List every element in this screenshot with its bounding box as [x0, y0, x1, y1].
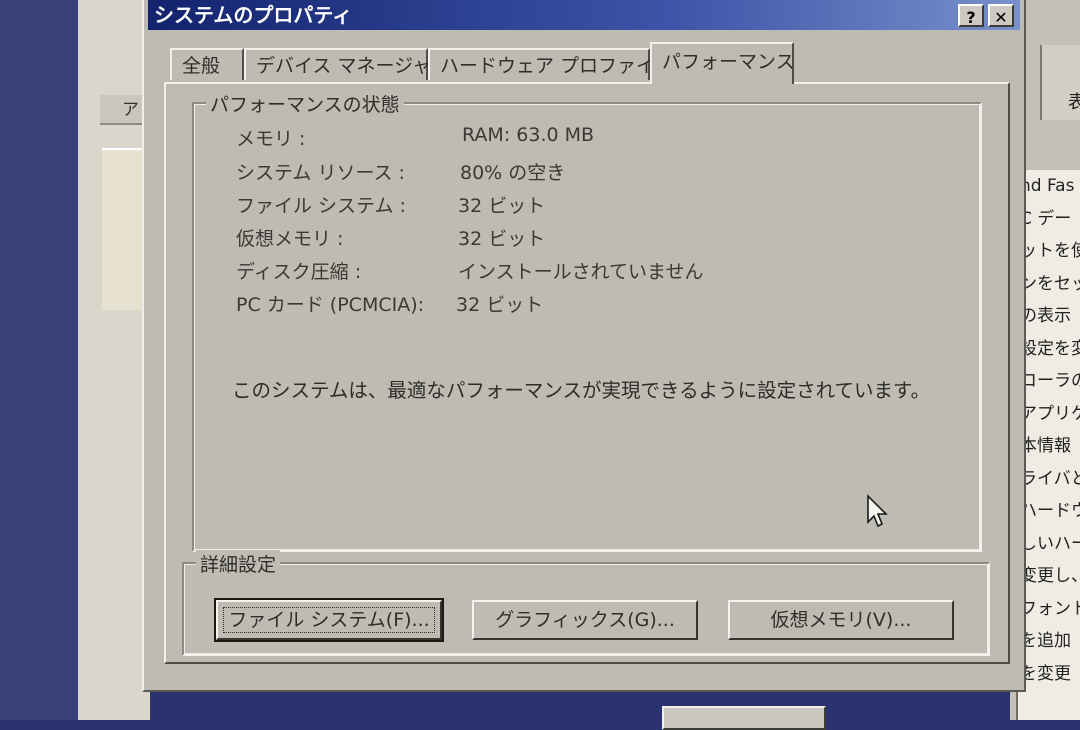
disk-compression-value: インストールされていません [458, 261, 704, 283]
title-bar[interactable]: システムのプロパティ ? ✕ [148, 0, 1020, 30]
system-resources-value: 80% の空き [460, 162, 566, 184]
disk-compression-label: ディスク圧縮 : [236, 261, 362, 283]
background-button [662, 706, 826, 730]
advanced-settings-title: 詳細設定 [196, 550, 281, 577]
background-help-line: の表示 [1020, 306, 1071, 326]
virtual-memory-value: 32 ビット [458, 228, 546, 250]
graphics-button[interactable]: グラフィックス(G)... [472, 600, 698, 640]
background-help-line: ハードウ [1020, 501, 1080, 521]
background-help-line: を変更 [1020, 663, 1071, 684]
file-system-value: 32 ビット [458, 195, 546, 217]
close-button[interactable]: ✕ [988, 4, 1014, 27]
virtual-memory-label: 仮想メモリ : [236, 228, 344, 250]
background-help-line: 設定を変 [1020, 338, 1080, 359]
background-help-line: フォント [1020, 598, 1080, 619]
memory-label: メモリ : [236, 128, 306, 150]
tab-general[interactable]: 全般 [170, 48, 244, 80]
pc-card-value: 32 ビット [456, 294, 544, 316]
background-help-line: C デー [1020, 208, 1072, 229]
system-properties-dialog: システムのプロパティ ? ✕ 全般 デバイス マネージャ ハードウェア プロファ… [142, 0, 1026, 692]
system-resources-label: システム リソース : [236, 162, 405, 184]
pc-card-label: PC カード (PCMCIA): [236, 294, 425, 316]
dialog-title: システムのプロパティ [154, 3, 353, 27]
background-toolbar-right-label: 表 [1068, 92, 1080, 113]
tab-hardware-profiles[interactable]: ハードウェア プロファイル [428, 48, 674, 80]
performance-status-title: パフォーマンスの状態 [206, 90, 404, 117]
performance-tab-panel: パフォーマンスの状態 メモリ : RAM: 63.0 MB システム リソース … [164, 82, 1010, 664]
mouse-cursor-icon [867, 494, 888, 528]
performance-status-group: パフォーマンスの状態 メモリ : RAM: 63.0 MB システム リソース … [192, 90, 982, 552]
background-help-line: アプリケ [1020, 403, 1080, 424]
advanced-settings-group: 詳細設定 ファイル システム(F)... グラフィックス(G)... 仮想メモリ… [182, 550, 990, 656]
file-system-label: ファイル システム : [236, 195, 406, 217]
background-help-line: 本情報 [1020, 436, 1071, 456]
performance-status-message: このシステムは、最適なパフォーマンスが実現できるように設定されています。 [232, 379, 931, 402]
background-help-line: ットを使 [1020, 241, 1080, 261]
virtual-memory-button[interactable]: 仮想メモリ(V)... [728, 600, 954, 640]
background-help-line: ライバと [1020, 468, 1080, 489]
background-help-line: コーラの [1020, 371, 1080, 391]
help-button[interactable]: ? [958, 4, 984, 27]
background-help-line: ンをセッ [1020, 273, 1080, 294]
memory-value: RAM: 63.0 MB [462, 124, 595, 146]
background-help-line: nd Fas [1020, 176, 1075, 196]
file-system-button-label: ファイル システム(F)... [223, 607, 435, 633]
tab-performance[interactable]: パフォーマンス [650, 42, 795, 84]
background-help-line: 変更し、 [1020, 566, 1080, 586]
background-help-line: しいハー [1020, 533, 1080, 554]
background-help-line: を追加 [1020, 631, 1071, 651]
tab-device-manager[interactable]: デバイス マネージャ [244, 48, 431, 80]
file-system-button[interactable]: ファイル システム(F)... [214, 598, 444, 642]
